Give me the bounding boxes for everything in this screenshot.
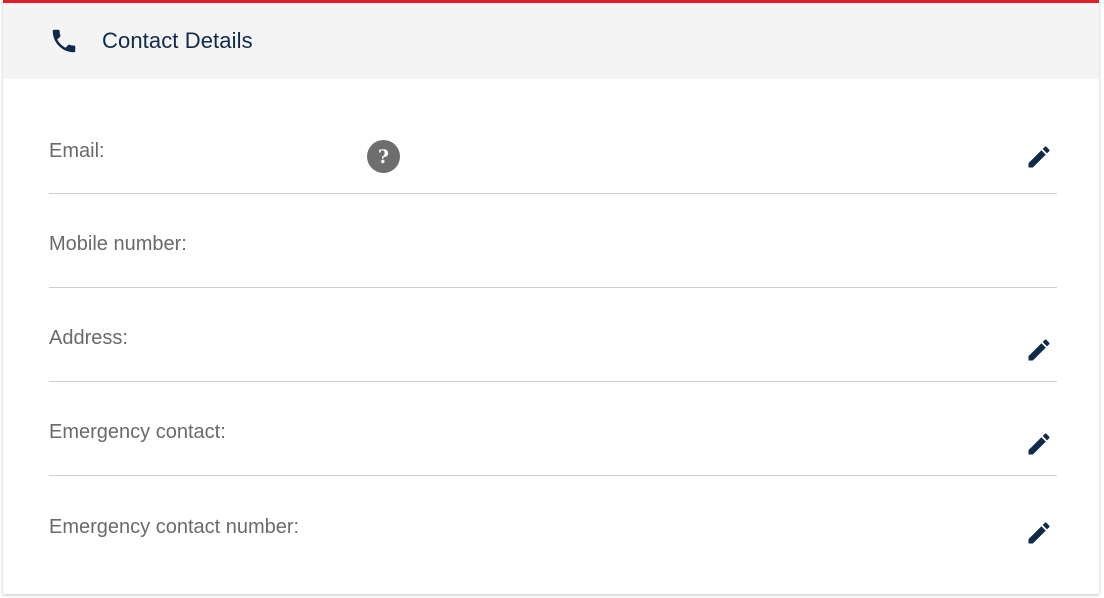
emergency-contact-label: Emergency contact: xyxy=(49,421,226,443)
pencil-icon xyxy=(1028,522,1050,544)
pencil-icon xyxy=(1028,433,1050,455)
mobile-number-label: Mobile number: xyxy=(49,233,187,255)
phone-icon xyxy=(48,25,80,57)
edit-address-button[interactable] xyxy=(1023,334,1055,366)
pencil-icon xyxy=(1028,146,1050,168)
row-emergency-contact: Emergency contact: xyxy=(49,382,1057,476)
card-title: Contact Details xyxy=(102,28,253,53)
edit-emergency-contact-number-button[interactable] xyxy=(1023,517,1055,549)
row-email: Email: ? xyxy=(49,79,1057,194)
address-label: Address: xyxy=(49,327,128,349)
contact-rows: Email: ? Mobile number: Address: Emergen… xyxy=(3,79,1099,570)
emergency-contact-number-label: Emergency contact number: xyxy=(49,516,300,538)
row-address: Address: xyxy=(49,288,1057,382)
help-icon[interactable]: ? xyxy=(367,140,400,173)
email-label: Email: xyxy=(49,140,105,162)
card-header: Contact Details xyxy=(3,3,1099,79)
edit-emergency-contact-button[interactable] xyxy=(1023,428,1055,460)
pencil-icon xyxy=(1028,339,1050,361)
row-mobile-number: Mobile number: xyxy=(49,194,1057,288)
edit-email-button[interactable] xyxy=(1023,141,1055,173)
contact-details-card: Contact Details Email: ? Mobile number: … xyxy=(3,0,1099,594)
row-emergency-contact-number: Emergency contact number: xyxy=(49,476,1057,570)
